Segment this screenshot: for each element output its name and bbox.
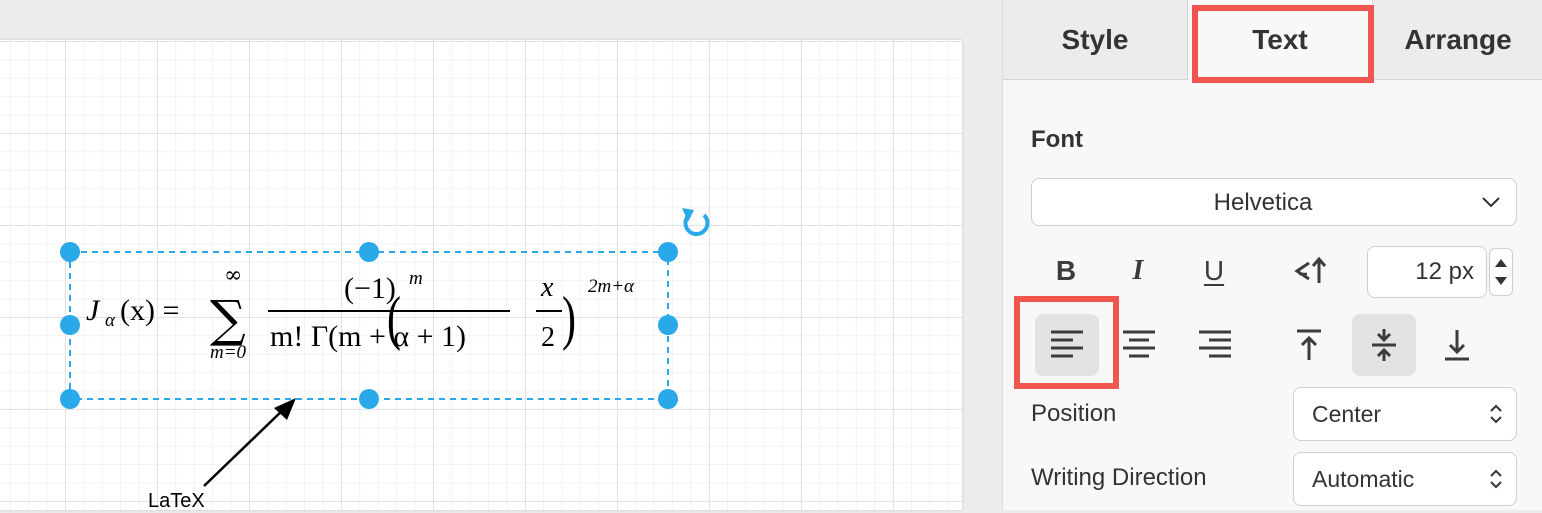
formula-render: J α (x) = ∞ ∑ m=0 (−1) m m! Γ(m + α + 1)…	[86, 263, 635, 363]
position-select[interactable]: Center	[1293, 387, 1517, 441]
canvas-overlay	[60, 208, 710, 487]
font-family-select[interactable]: Helvetica	[1031, 178, 1517, 226]
diagram-canvas[interactable]: J α (x) = ∞ ∑ m=0 (−1) m m! Γ(m + α + 1)…	[0, 0, 1002, 512]
tab-arrange[interactable]: Arrange	[1373, 0, 1542, 80]
align-center-icon	[1123, 330, 1155, 358]
rotate-icon[interactable]	[682, 208, 710, 236]
resize-handle-n[interactable]	[359, 242, 379, 262]
vertical-text-icon	[1294, 256, 1327, 283]
align-top-icon	[1297, 329, 1321, 360]
stepper-arrows-icon	[1495, 259, 1507, 285]
latex-formula[interactable]: J α (x) = ∞ ∑ m=0 (−1) m m! Γ(m + α + 1)…	[86, 262, 666, 372]
format-panel: Style Text Arrange Font Helvetica B I U …	[1002, 0, 1542, 510]
vertical-text-button[interactable]	[1285, 246, 1335, 296]
resize-handle-se[interactable]	[658, 389, 678, 409]
position-value: Center	[1312, 401, 1382, 427]
align-right-icon	[1199, 330, 1231, 358]
outer-exponent: 2m+α	[588, 276, 635, 297]
fraction-denominator: m! Γ(m + α + 1)	[270, 320, 466, 353]
resize-handle-ne[interactable]	[658, 242, 678, 262]
chevron-down-icon	[1482, 197, 1500, 208]
bold-button[interactable]: B	[1041, 246, 1091, 296]
font-family-value: Helvetica	[1213, 189, 1313, 216]
valign-middle-button[interactable]	[1352, 314, 1416, 376]
paren-numerator: x	[540, 272, 554, 303]
highlight-align-left	[1014, 296, 1119, 389]
highlight-text-tab	[1192, 5, 1374, 83]
connector-arrow[interactable]	[203, 398, 296, 487]
italic-button[interactable]: I	[1113, 246, 1163, 296]
formula-lhs: J	[86, 294, 101, 327]
sum-lower-limit: m=0	[210, 342, 247, 363]
formula-lhs-sub: α	[105, 310, 116, 331]
sum-symbol: ∑	[210, 290, 246, 348]
font-section-title: Font	[1031, 126, 1083, 153]
writing-direction-label: Writing Direction	[1031, 464, 1207, 491]
right-paren: )	[562, 286, 576, 352]
resize-handle-w[interactable]	[60, 315, 80, 335]
valign-bottom-button[interactable]	[1425, 314, 1489, 376]
sum-upper-limit: ∞	[224, 263, 242, 288]
writing-direction-select[interactable]: Automatic	[1293, 452, 1517, 506]
font-size-input[interactable]: 12 px	[1367, 246, 1487, 298]
updown-chevron-icon	[1490, 404, 1502, 424]
resize-handle-sw[interactable]	[60, 389, 80, 409]
underline-button[interactable]: U	[1189, 246, 1239, 296]
formula-lhs-arg: (x) =	[120, 294, 179, 327]
font-size-value: 12 px	[1415, 258, 1474, 285]
resize-handle-nw[interactable]	[60, 242, 80, 262]
numerator-exponent: m	[409, 268, 423, 289]
left-paren: (	[387, 286, 401, 352]
tab-style[interactable]: Style	[1003, 0, 1187, 80]
align-middle-icon	[1372, 329, 1396, 361]
font-size-stepper[interactable]	[1489, 248, 1513, 296]
updown-chevron-icon	[1490, 469, 1502, 489]
writing-direction-value: Automatic	[1312, 466, 1415, 492]
align-bottom-icon	[1445, 330, 1469, 361]
paren-denominator: 2	[541, 322, 555, 353]
position-label: Position	[1031, 400, 1117, 427]
valign-top-button[interactable]	[1277, 314, 1341, 376]
align-right-button[interactable]	[1183, 314, 1247, 376]
resize-handle-s[interactable]	[359, 389, 379, 409]
